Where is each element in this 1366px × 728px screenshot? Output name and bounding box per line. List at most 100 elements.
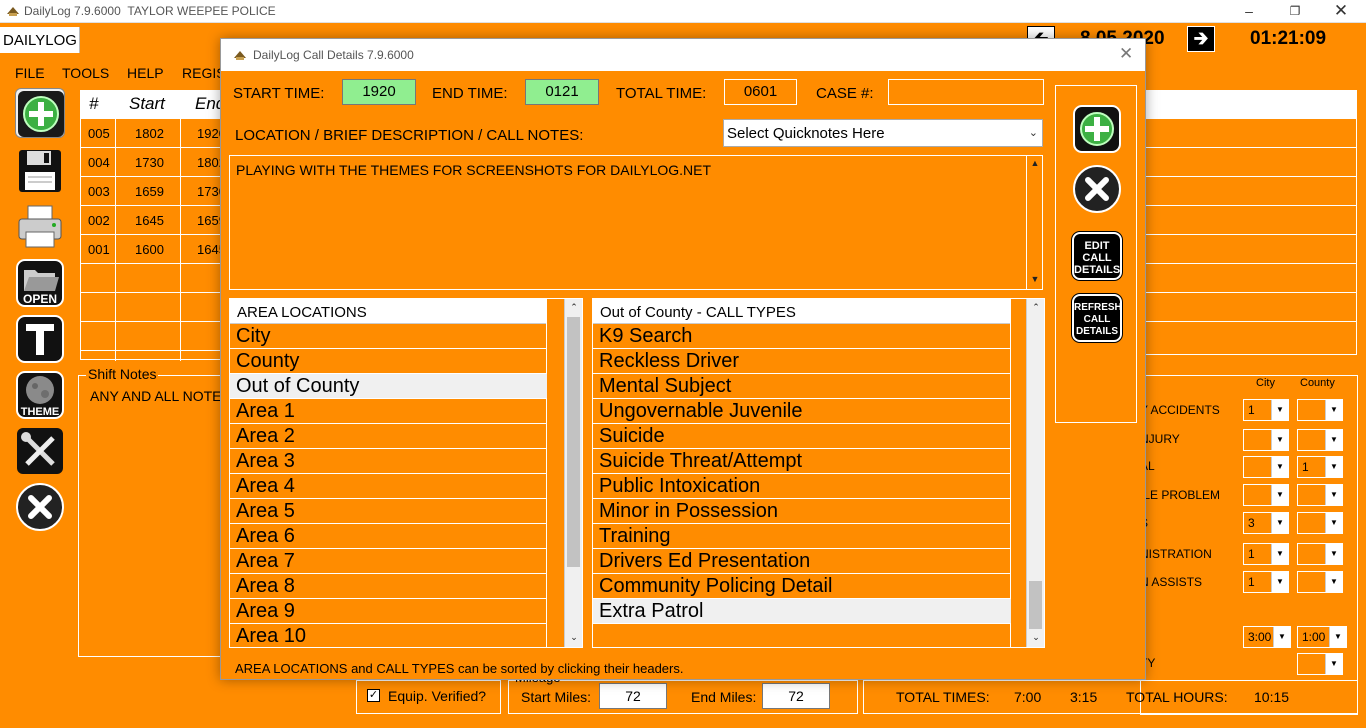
stat-county-select[interactable]: ▼ <box>1297 543 1343 565</box>
list-item[interactable]: Drivers Ed Presentation <box>593 549 1011 574</box>
equip-verified-checkbox[interactable]: ✓ <box>367 689 380 702</box>
start-miles-input[interactable]: 72 <box>599 683 667 709</box>
list-item[interactable]: Area 10 <box>230 624 547 647</box>
table-row[interactable]: 005 1802 1920 <box>81 119 231 148</box>
refresh-call-details-button[interactable]: REFRESH CALL DETAILS <box>1072 294 1122 342</box>
list-item[interactable]: Area 1 <box>230 399 547 424</box>
print-button[interactable] <box>15 202 65 252</box>
table-row[interactable] <box>1146 119 1356 148</box>
scroll-down-icon[interactable]: ⌄ <box>1028 632 1044 643</box>
list-item[interactable]: Suicide <box>593 424 1011 449</box>
edit-call-details-button[interactable]: EDIT CALL DETAILS <box>1072 232 1122 280</box>
scroll-down-icon[interactable]: ⌄ <box>566 632 582 643</box>
scroll-up-icon[interactable]: ▲ <box>1027 158 1043 168</box>
scroll-thumb[interactable] <box>567 317 580 567</box>
call-types-header[interactable]: Out of County - CALL TYPES <box>593 299 1011 324</box>
shift-notes-box[interactable] <box>78 375 230 657</box>
save-button[interactable] <box>15 146 65 196</box>
stat-city-select[interactable]: ▼ <box>1243 456 1289 478</box>
table-row[interactable] <box>1146 235 1356 264</box>
list-item[interactable]: Mental Subject <box>593 374 1011 399</box>
exit-button[interactable] <box>15 482 65 532</box>
table-row[interactable] <box>1146 148 1356 177</box>
list-item[interactable]: Suicide Threat/Attempt <box>593 449 1011 474</box>
list-item[interactable]: Minor in Possession <box>593 499 1011 524</box>
stat-city-select[interactable]: ▼ <box>1243 484 1289 506</box>
menu-file[interactable]: FILE <box>15 65 45 81</box>
theme-button[interactable]: THEME <box>15 370 65 420</box>
table-row[interactable] <box>1146 293 1356 322</box>
grid-col-start[interactable]: Start <box>129 94 165 114</box>
scroll-up-icon[interactable]: ⌃ <box>566 302 582 313</box>
table-row[interactable] <box>1146 264 1356 293</box>
list-item[interactable]: Reckless Driver <box>593 349 1011 374</box>
list-item[interactable]: K9 Search <box>593 324 1011 349</box>
stat-county-select[interactable]: ▼ <box>1297 653 1343 675</box>
menu-tools[interactable]: TOOLS <box>62 65 109 81</box>
area-list-scrollbar[interactable]: ⌃ ⌄ <box>564 299 582 647</box>
call-types-scrollbar[interactable]: ⌃ ⌄ <box>1026 299 1044 647</box>
list-item[interactable]: County <box>230 349 547 374</box>
list-item[interactable]: Area 5 <box>230 499 547 524</box>
list-item-selected[interactable]: Extra Patrol <box>593 599 1011 624</box>
stat-city-select[interactable]: 1 ▼ <box>1243 399 1289 421</box>
stat-city-select[interactable]: 1 ▼ <box>1243 543 1289 565</box>
scroll-thumb[interactable] <box>1029 581 1042 629</box>
start-time-input[interactable]: 1920 <box>342 79 416 105</box>
settings-tools-button[interactable] <box>15 426 65 476</box>
text-button[interactable] <box>15 314 65 364</box>
end-time-input[interactable]: 0121 <box>525 79 599 105</box>
restore-button[interactable]: ❐ <box>1272 0 1318 23</box>
table-row[interactable] <box>1146 206 1356 235</box>
notes-scrollbar[interactable]: ▲ ▼ <box>1026 156 1042 289</box>
add-call-button[interactable] <box>15 88 65 138</box>
stat-city-select[interactable]: 1 ▼ <box>1243 571 1289 593</box>
table-row[interactable]: 002 1645 1659 <box>81 206 231 235</box>
list-item[interactable]: Area 2 <box>230 424 547 449</box>
list-item[interactable]: Community Policing Detail <box>593 574 1011 599</box>
menu-help[interactable]: HELP <box>127 65 164 81</box>
stat-county-select[interactable]: ▼ <box>1297 512 1343 534</box>
table-row[interactable]: 001 1600 1645 <box>81 235 231 264</box>
grid-col-number[interactable]: # <box>89 94 98 114</box>
add-call-type-button[interactable] <box>1072 104 1122 157</box>
delete-call-button[interactable] <box>1072 164 1122 217</box>
stat-county-select[interactable]: ▼ <box>1297 399 1343 421</box>
list-item[interactable]: Area 4 <box>230 474 547 499</box>
list-item[interactable]: Public Intoxication <box>593 474 1011 499</box>
list-item[interactable]: Area 6 <box>230 524 547 549</box>
table-row[interactable] <box>1146 177 1356 206</box>
next-day-button[interactable]: 🡲 <box>1187 26 1215 52</box>
call-notes-textarea[interactable]: PLAYING WITH THE THEMES FOR SCREENSHOTS … <box>229 155 1043 290</box>
stat-county-select[interactable]: ▼ <box>1297 429 1343 451</box>
hours-county-select[interactable]: 1:00 ▼ <box>1297 626 1347 648</box>
quicknotes-select[interactable]: Select Quicknotes Here ⌄ <box>723 119 1043 147</box>
stat-county-select[interactable]: 1 ▼ <box>1297 456 1343 478</box>
stat-county-select[interactable]: ▼ <box>1297 484 1343 506</box>
list-item[interactable]: Area 3 <box>230 449 547 474</box>
scroll-up-icon[interactable]: ⌃ <box>1028 302 1044 313</box>
end-miles-input[interactable]: 72 <box>762 683 830 709</box>
list-item[interactable]: Ungovernable Juvenile <box>593 399 1011 424</box>
list-item[interactable]: Area 8 <box>230 574 547 599</box>
table-row[interactable] <box>81 322 231 351</box>
scroll-down-icon[interactable]: ▼ <box>1027 274 1043 284</box>
hours-city-select[interactable]: 3:00 ▼ <box>1243 626 1291 648</box>
table-row[interactable] <box>81 264 231 293</box>
table-row[interactable] <box>81 293 231 322</box>
window-close-button[interactable]: ✕ <box>1318 0 1364 23</box>
table-row[interactable]: 003 1659 1730 <box>81 177 231 206</box>
list-item[interactable]: Area 7 <box>230 549 547 574</box>
list-item[interactable]: Training <box>593 524 1011 549</box>
dialog-close-button[interactable]: ✕ <box>1119 44 1133 64</box>
minimize-button[interactable]: – <box>1226 0 1272 23</box>
case-number-input[interactable] <box>888 79 1044 105</box>
stat-city-select[interactable]: ▼ <box>1243 429 1289 451</box>
list-item[interactable]: City <box>230 324 547 349</box>
area-locations-header[interactable]: AREA LOCATIONS <box>230 299 547 324</box>
table-row[interactable]: 004 1730 1802 <box>81 148 231 177</box>
list-item[interactable]: Area 9 <box>230 599 547 624</box>
list-item-selected[interactable]: Out of County <box>230 374 547 399</box>
stat-county-select[interactable]: ▼ <box>1297 571 1343 593</box>
stat-city-select[interactable]: 3 ▼ <box>1243 512 1289 534</box>
